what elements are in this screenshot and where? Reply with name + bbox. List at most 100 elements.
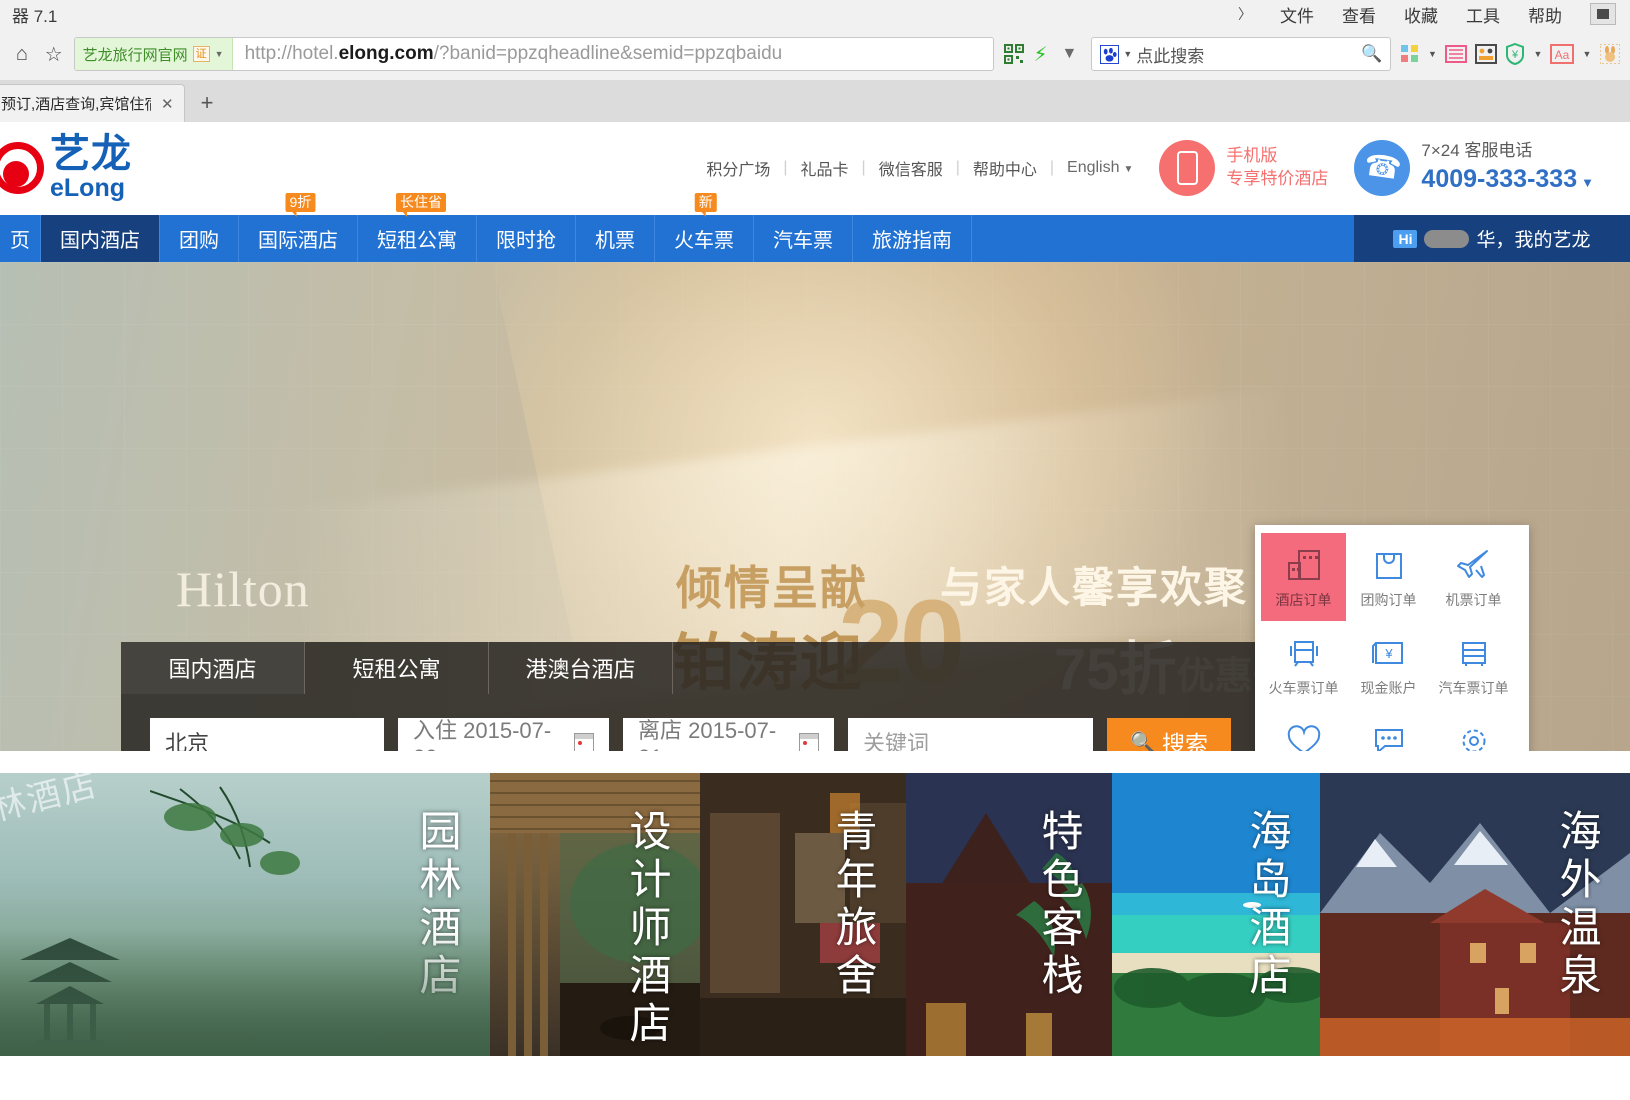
nav-item-train-tickets[interactable]: 新 火车票 [655, 215, 754, 262]
category-island-hotel[interactable]: 海岛酒店 [1112, 773, 1320, 1056]
checkin-text: 入住 2015-07-20 [413, 713, 574, 751]
site-header: 艺龙 eLong 积分广场 | 礼品卡 | 微信客服 | 帮助中心 | Engl… [0, 122, 1630, 215]
tab-short-rent[interactable]: 短租公寓 [305, 642, 489, 694]
shield-chevron-icon[interactable]: ▼ [1534, 49, 1543, 59]
search-engine-chevron-icon[interactable]: ▼ [1123, 49, 1132, 59]
keyword-input[interactable]: 关键词 [848, 718, 1093, 751]
extension-apps-icon[interactable] [1399, 41, 1420, 67]
window-title: 器 7.1 [12, 2, 57, 27]
mobile-promo-line2: 专享特价酒店 [1226, 168, 1328, 191]
link-points-mall[interactable]: 积分广场 [693, 156, 783, 180]
menu-label: 火车票订单 [1269, 678, 1339, 698]
link-wechat-service[interactable]: 微信客服 [866, 156, 956, 180]
search-icon[interactable]: 🔍 [1361, 44, 1382, 64]
menu-overflow-icon[interactable]: 〉 [1238, 4, 1252, 24]
screenshot-icon[interactable] [1445, 41, 1467, 67]
menu-bus-orders[interactable]: 汽车票订单 [1431, 621, 1516, 709]
category-featured-inn[interactable]: 特色客栈 [906, 773, 1112, 1056]
grid-tool-icon[interactable] [1475, 41, 1497, 67]
extension-chevron-icon[interactable]: ▼ [1428, 49, 1437, 59]
minimize-button[interactable] [1590, 3, 1616, 25]
service-hours-label: 7×24 客服电话 [1421, 140, 1594, 163]
nav-label: 国际酒店 [258, 224, 338, 253]
site-identity-chip[interactable]: 艺龙旅行网官网 证 ▼ [75, 38, 233, 70]
baidu-paw-icon [1100, 45, 1119, 64]
link-help-center[interactable]: 帮助中心 [960, 156, 1050, 180]
category-watermark: 林酒店 [0, 773, 102, 830]
nav-item-flash-sale[interactable]: 限时抢 [477, 215, 576, 262]
category-overseas-hotspring[interactable]: 海外温泉 [1320, 773, 1630, 1056]
new-tab-button[interactable]: + [185, 90, 230, 116]
hero-banner[interactable]: Hilton 20 倾情呈献 与家人馨享欢聚 铂涛迎 75折优惠一夏 限时特惠5… [0, 262, 1630, 751]
service-phone-block[interactable]: ☎ 7×24 客服电话 4009-333-333▼ [1354, 140, 1594, 197]
link-gift-card[interactable]: 礼品卡 [788, 156, 862, 180]
chevron-down-icon[interactable]: ▼ [215, 49, 224, 59]
menu-my-reviews[interactable]: 我的点评 [1346, 709, 1431, 751]
home-icon[interactable]: ⌂ [10, 39, 34, 69]
pagoda-illustration [10, 900, 130, 1050]
category-designer-hotel[interactable]: 设计师酒店 [490, 773, 700, 1056]
lightning-icon[interactable]: ⚡ [1033, 42, 1047, 67]
tab-hk-mo-tw-hotels[interactable]: 港澳台酒店 [489, 642, 673, 694]
search-button[interactable]: 🔍 搜索 [1107, 718, 1231, 751]
nav-item-flights[interactable]: 机票 [576, 215, 655, 262]
nav-item-groupon[interactable]: 团购 [160, 215, 239, 262]
menu-hotel-orders[interactable]: 酒店订单 [1261, 533, 1346, 621]
toolbar-chevron-down-icon[interactable]: ▼ [1055, 45, 1083, 63]
menu-file[interactable]: 文件 [1280, 2, 1314, 27]
menu-personal-settings[interactable]: 个人设置 [1431, 709, 1516, 751]
qrcode-icon[interactable] [1002, 39, 1026, 69]
menu-help[interactable]: 帮助 [1528, 2, 1562, 27]
nav-item-home[interactable]: 页 [0, 215, 41, 262]
language-switcher[interactable]: English▼ [1054, 159, 1133, 177]
menu-train-orders[interactable]: 火车票订单 [1261, 621, 1346, 709]
menu-tools[interactable]: 工具 [1466, 2, 1500, 27]
tab-label: 短租公寓 [352, 652, 440, 684]
user-menu-trigger[interactable]: Hi 华，我的艺龙 [1354, 215, 1630, 262]
browser-tab[interactable]: 预订,酒店查询,宾馆住宿预订 ✕ [0, 84, 185, 122]
menu-label: 酒店订单 [1276, 590, 1332, 610]
checkout-date-input[interactable]: 离店 2015-07-21 [623, 718, 834, 751]
calendar-icon[interactable] [574, 733, 594, 752]
tab-domestic-hotels[interactable]: 国内酒店 [121, 642, 305, 694]
nav-label: 旅游指南 [872, 224, 952, 253]
category-youth-hostel[interactable]: 青年旅舍 [700, 773, 906, 1056]
menu-flight-orders[interactable]: 机票订单 [1431, 533, 1516, 621]
close-icon[interactable]: ✕ [161, 95, 174, 113]
menu-groupon-orders[interactable]: 团购订单 [1346, 533, 1431, 621]
menu-hotel-favorites[interactable]: 酒店收藏 [1261, 709, 1346, 751]
logo-mark-icon [0, 142, 44, 194]
nav-item-short-rent-apartment[interactable]: 长住省 短租公寓 [358, 215, 477, 262]
nav-label: 机票 [595, 224, 635, 253]
city-value: 北京 [165, 726, 209, 751]
checkin-date-input[interactable]: 入住 2015-07-20 [398, 718, 609, 751]
header-right: 积分广场 | 礼品卡 | 微信客服 | 帮助中心 | English▼ 手机版 … [693, 140, 1594, 197]
search-tabs: 国内酒店 短租公寓 港澳台酒店 [121, 642, 1261, 694]
menu-cash-account[interactable]: ¥ 现金账户 [1346, 621, 1431, 709]
address-bar[interactable]: 艺龙旅行网官网 证 ▼ http://hotel.elong.com/?bani… [74, 37, 994, 71]
nav-item-travel-guide[interactable]: 旅游指南 [853, 215, 972, 262]
shield-yen-icon[interactable]: ¥ [1505, 41, 1526, 67]
service-phone-value: 4009-333-333 [1421, 165, 1577, 193]
calendar-icon[interactable] [799, 733, 819, 752]
nav-item-domestic-hotels[interactable]: 国内酒店 [41, 215, 160, 262]
elong-page: 艺龙 eLong 积分广场 | 礼品卡 | 微信客服 | 帮助中心 | Engl… [0, 122, 1630, 1056]
nav-item-international-hotels[interactable]: 9折 国际酒店 [239, 215, 358, 262]
header-quicklinks: 积分广场 | 礼品卡 | 微信客服 | 帮助中心 | English▼ [693, 156, 1133, 180]
translate-icon[interactable]: Aa [1550, 41, 1574, 67]
browser-search-box[interactable]: ▼ 点此搜索 🔍 [1091, 37, 1391, 71]
nav-item-bus-tickets[interactable]: 汽车票 [754, 215, 853, 262]
nav-label: 汽车票 [773, 224, 833, 253]
mobile-promo-text: 手机版 专享特价酒店 [1226, 145, 1328, 191]
elong-logo[interactable]: 艺龙 eLong [0, 134, 132, 201]
translate-chevron-icon[interactable]: ▼ [1582, 49, 1591, 59]
menu-view[interactable]: 查看 [1342, 2, 1376, 27]
certificate-badge: 证 [193, 46, 210, 62]
chevron-down-icon[interactable]: ▼ [1581, 175, 1594, 190]
menu-favorites[interactable]: 收藏 [1404, 2, 1438, 27]
bookmark-star-icon[interactable]: ☆ [42, 39, 66, 69]
city-input[interactable]: 北京 [150, 718, 384, 751]
mobile-promo[interactable]: 手机版 专享特价酒店 [1159, 140, 1328, 196]
category-garden-hotel[interactable]: 林酒店 园林酒店 [0, 773, 490, 1056]
rabbit-icon[interactable] [1599, 41, 1620, 67]
